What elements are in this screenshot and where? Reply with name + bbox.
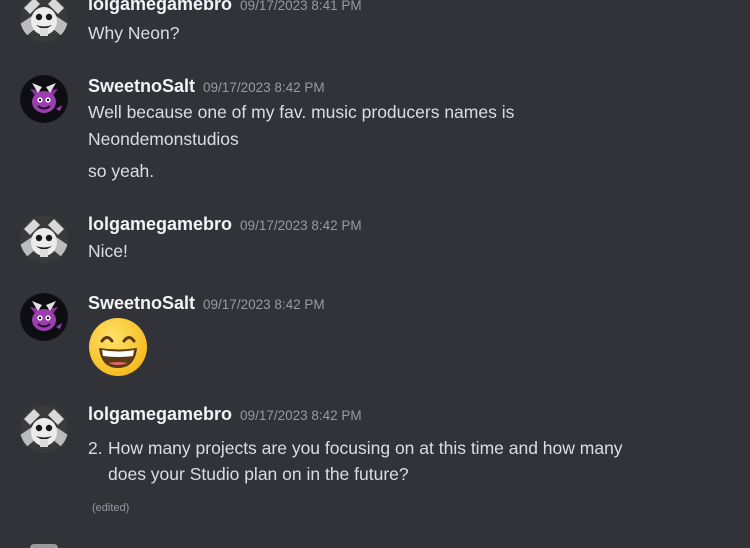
timestamp: 09/17/2023 8:41 PM <box>240 0 362 13</box>
purple-demon-avatar-icon[interactable] <box>20 293 68 341</box>
username[interactable]: SweetnoSalt <box>88 293 195 313</box>
message-group: SweetnoSalt 09/17/2023 8:42 PM <box>0 290 750 385</box>
timestamp: 09/17/2023 8:42 PM <box>240 408 362 423</box>
username[interactable]: lolgamegamebro <box>88 0 232 14</box>
next-message-avatar-icon <box>30 544 58 548</box>
username[interactable]: lolgamegamebro <box>88 214 232 234</box>
message-group: SweetnoSalt 09/17/2023 8:42 PM Well becau… <box>0 72 750 192</box>
purple-demon-avatar-icon[interactable] <box>20 75 68 123</box>
timestamp: 09/17/2023 8:42 PM <box>203 297 325 312</box>
message-text: Well because one of my fav. music produc… <box>88 102 515 122</box>
message-text: Nice! <box>88 241 128 261</box>
message-group: lolgamegamebro 09/17/2023 8:42 PM 2. How … <box>0 402 750 522</box>
edited-indicator: (edited) <box>92 502 130 514</box>
timestamp: 09/17/2023 8:42 PM <box>240 218 362 233</box>
grinning-face-with-smiling-eyes-emoji[interactable] <box>88 317 148 382</box>
message-text: Why Neon? <box>88 23 180 43</box>
username[interactable]: SweetnoSalt <box>88 76 195 96</box>
message-text: Neondemonstudios <box>88 129 239 149</box>
skull-face-avatar-icon[interactable] <box>20 0 68 42</box>
list-number: 2. <box>88 438 103 458</box>
skull-face-avatar-icon[interactable] <box>20 215 68 263</box>
message-group: lolgamegamebro 09/17/2023 8:42 PM Nice! <box>0 212 750 272</box>
skull-face-avatar-icon[interactable] <box>20 405 68 453</box>
message-group: lolgamegamebro 09/17/2023 8:41 PM Why Neo… <box>0 0 750 60</box>
message-text: does your Studio plan on in the future? <box>108 464 409 484</box>
message-text: so yeah. <box>88 161 155 181</box>
chat-message-list[interactable]: lolgamegamebro 09/17/2023 8:41 PM Why Neo… <box>0 0 750 548</box>
message-text: How many projects are you focusing on at… <box>108 438 623 458</box>
timestamp: 09/17/2023 8:42 PM <box>203 80 325 95</box>
username[interactable]: lolgamegamebro <box>88 404 232 424</box>
